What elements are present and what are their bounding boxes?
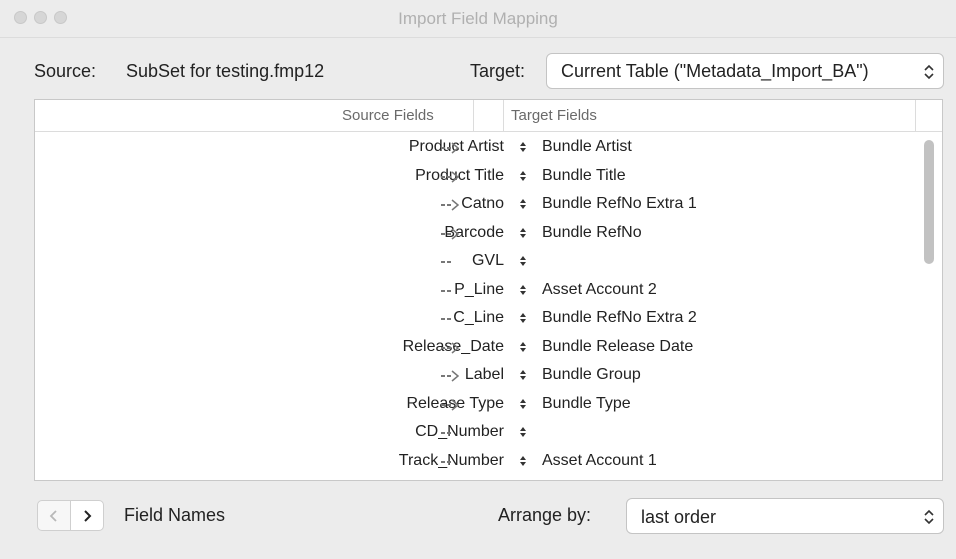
- target-table-value: Current Table ("Metadata_Import_BA"): [561, 61, 869, 81]
- drag-handle-icon[interactable]: [520, 313, 526, 323]
- source-field-name: P_Line: [454, 280, 504, 298]
- arrange-by-select[interactable]: last order: [626, 498, 944, 534]
- source-field-name: Catno: [461, 195, 504, 212]
- drag-handle-icon[interactable]: [520, 227, 526, 238]
- field-names-label: Field Names: [124, 505, 226, 525]
- table-row[interactable]: Release Type Bundle Type: [35, 390, 915, 418]
- target-label: Target:: [470, 61, 526, 81]
- import-arrow-icon[interactable]: [440, 370, 460, 382]
- field-mapping-table: Source Fields Target Fields Product Arti…: [34, 99, 943, 481]
- skip-dashes-icon[interactable]: [440, 256, 460, 268]
- drag-handle-icon[interactable]: [520, 370, 526, 380]
- import-arrow-icon[interactable]: [440, 170, 460, 183]
- skip-dashes-icon[interactable]: [440, 285, 460, 297]
- source-fields-header[interactable]: Source Fields: [342, 107, 434, 124]
- drag-handle-icon[interactable]: [520, 170, 526, 181]
- table-row[interactable]: GVL: [35, 247, 915, 275]
- table-row[interactable]: Catno Bundle RefNo Extra 1: [35, 190, 915, 218]
- source-field-name: C_Line: [453, 309, 504, 326]
- previous-record-button[interactable]: [37, 500, 71, 531]
- target-table-select[interactable]: Current Table ("Metadata_Import_BA"): [546, 53, 944, 89]
- drag-handle-icon[interactable]: [520, 427, 526, 437]
- source-field-name: Label: [464, 366, 504, 383]
- drag-handle-icon[interactable]: [520, 199, 526, 209]
- target-field-name: Bundle RefNo Extra 1: [542, 195, 697, 212]
- import-arrow-icon[interactable]: [440, 227, 460, 240]
- column-separator: [473, 100, 474, 132]
- source-field-name: GVL: [471, 252, 504, 269]
- skip-dashes-icon[interactable]: [440, 427, 460, 439]
- import-arrow-icon[interactable]: [440, 199, 460, 211]
- drag-handle-icon[interactable]: [520, 142, 526, 152]
- drag-handle-icon[interactable]: [520, 398, 526, 409]
- table-header: Source Fields Target Fields: [35, 100, 942, 132]
- updown-chevron-icon: [924, 509, 934, 525]
- drag-handle-icon[interactable]: [520, 455, 526, 466]
- table-row[interactable]: P_Line Asset Account 2: [35, 276, 915, 304]
- drag-handle-icon[interactable]: [520, 341, 526, 352]
- chevron-right-icon: [84, 509, 92, 522]
- drag-handle-icon[interactable]: [520, 284, 526, 295]
- target-field-name: Bundle Release Date: [542, 337, 694, 355]
- target-field-name: Bundle Group: [542, 366, 641, 383]
- target-field-name: Bundle Title: [542, 166, 626, 184]
- import-arrow-icon[interactable]: [440, 142, 460, 154]
- target-field-name: Bundle RefNo: [542, 223, 642, 241]
- drag-handle-icon[interactable]: [520, 256, 526, 266]
- import-arrow-icon[interactable]: [440, 398, 460, 411]
- table-row[interactable]: CD_Number: [35, 418, 915, 446]
- source-file-name: SubSet for testing.fmp12: [126, 61, 325, 81]
- skip-dashes-icon[interactable]: [440, 456, 460, 468]
- target-field-name: Bundle RefNo Extra 2: [542, 309, 697, 326]
- import-arrow-icon[interactable]: [440, 341, 460, 354]
- target-field-name: Asset Account 1: [542, 451, 657, 469]
- next-record-button[interactable]: [70, 500, 104, 531]
- table-row[interactable]: Barcode Bundle RefNo: [35, 219, 915, 247]
- skip-dashes-icon[interactable]: [440, 313, 460, 325]
- column-separator: [915, 100, 916, 132]
- chevron-left-icon: [49, 509, 57, 522]
- arrange-by-value: last order: [641, 507, 717, 527]
- target-field-name: Asset Account 2: [542, 280, 657, 298]
- vertical-scrollbar[interactable]: [924, 140, 934, 264]
- column-separator: [503, 100, 504, 132]
- table-row[interactable]: Product Artist Bundle Artist: [35, 133, 915, 161]
- table-row[interactable]: Release_Date Bundle Release Date: [35, 333, 915, 361]
- title-bar: Import Field Mapping: [0, 0, 956, 38]
- updown-chevron-icon: [924, 64, 934, 80]
- table-row[interactable]: Label Bundle Group: [35, 361, 915, 389]
- target-field-name: Bundle Artist: [542, 138, 632, 155]
- target-fields-header[interactable]: Target Fields: [511, 107, 597, 124]
- window-title: Import Field Mapping: [398, 9, 558, 28]
- arrange-by-label: Arrange by:: [498, 505, 592, 525]
- target-field-name: Bundle Type: [542, 394, 631, 412]
- table-row[interactable]: Product Title Bundle Title: [35, 162, 915, 190]
- source-label: Source:: [34, 61, 97, 81]
- table-row[interactable]: Track_Number Asset Account 1: [35, 447, 915, 475]
- table-row[interactable]: C_Line Bundle RefNo Extra 2: [35, 304, 915, 332]
